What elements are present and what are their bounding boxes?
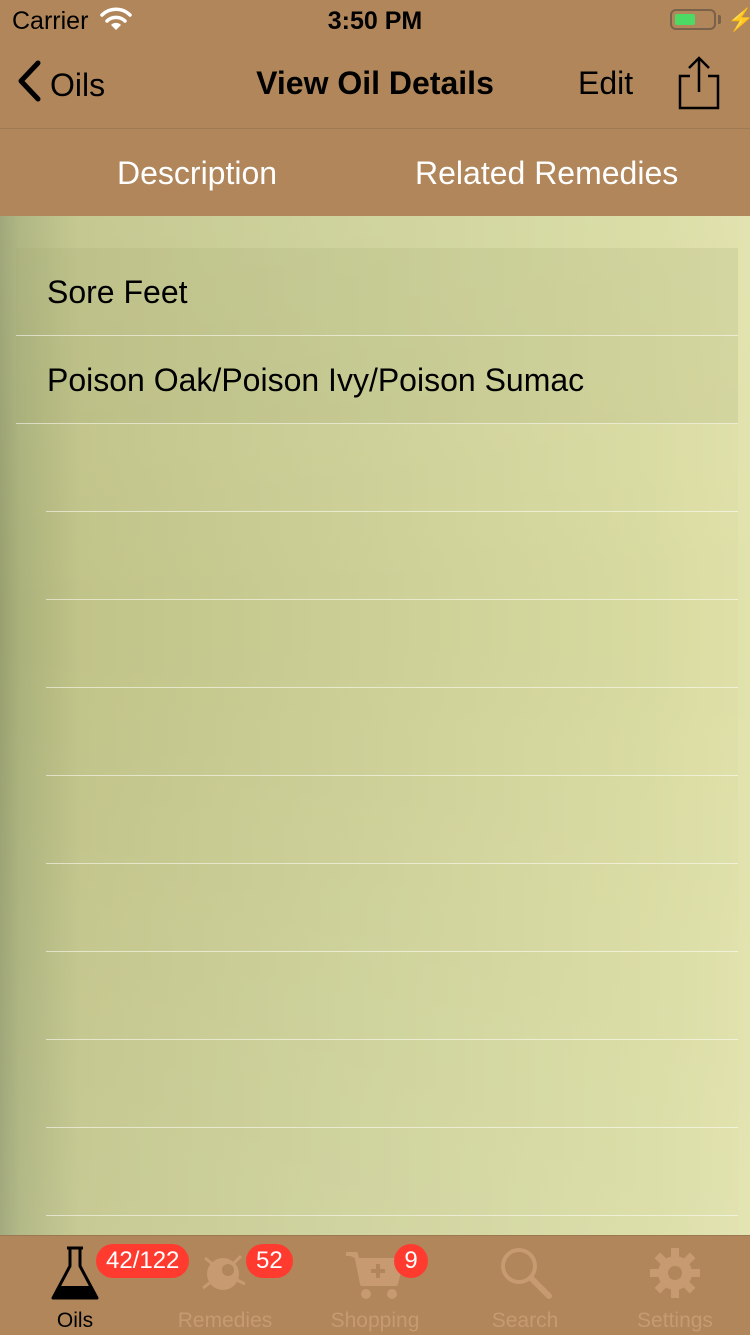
tab-search[interactable]: Search (450, 1236, 600, 1335)
tab-label: Settings (637, 1309, 713, 1332)
share-icon (678, 56, 720, 110)
tab-description[interactable]: Description (117, 155, 277, 192)
back-button[interactable]: Oils (16, 60, 105, 110)
empty-row (46, 776, 738, 864)
tab-remedies[interactable]: Remedies 52 (150, 1236, 300, 1335)
search-icon (450, 1244, 600, 1302)
share-button[interactable] (676, 54, 722, 117)
empty-row (46, 1040, 738, 1128)
page-title: View Oil Details (256, 65, 494, 101)
remedies-count-badge: 52 (246, 1244, 293, 1278)
back-label: Oils (50, 66, 106, 103)
empty-row (46, 600, 738, 688)
tab-label: Remedies (177, 1309, 273, 1332)
tab-related-remedies[interactable]: Related Remedies (415, 155, 678, 192)
empty-row (46, 1128, 738, 1216)
cart-icon (300, 1244, 450, 1302)
chevron-left-icon (16, 60, 50, 110)
status-bar: Carrier 3:50 PM ⚡ (0, 0, 750, 40)
charging-icon: ⚡ (727, 7, 750, 32)
empty-row (46, 864, 738, 952)
tab-bar: Oils 42/122 Remedies 52 Shopping 9 Searc… (0, 1235, 750, 1335)
remedies-list: Sore Feet Poison Oak/Poison Ivy/Poison S… (16, 248, 738, 1216)
navigation-bar: Oils View Oil Details Edit (0, 40, 750, 129)
gear-icon (600, 1244, 750, 1302)
empty-row (46, 688, 738, 776)
shopping-count-badge: 9 (394, 1244, 428, 1278)
empty-row (46, 512, 738, 600)
list-item[interactable]: Sore Feet (16, 248, 738, 336)
tab-oils[interactable]: Oils 42/122 (0, 1236, 190, 1335)
empty-row (46, 424, 738, 512)
remedies-list-area: Sore Feet Poison Oak/Poison Ivy/Poison S… (0, 216, 750, 1235)
edit-button[interactable]: Edit (578, 65, 633, 102)
remedy-label: Poison Oak/Poison Ivy/Poison Sumac (47, 362, 585, 398)
list-item[interactable]: Poison Oak/Poison Ivy/Poison Sumac (16, 336, 738, 424)
tab-settings[interactable]: Settings (600, 1236, 750, 1335)
remedy-label: Sore Feet (47, 274, 188, 310)
tab-shopping[interactable]: Shopping 9 (300, 1236, 450, 1335)
tab-label: Search (491, 1309, 559, 1332)
segment-bar: Description Related Remedies (0, 129, 740, 216)
scroll-edge (738, 216, 750, 1235)
battery-icon (670, 9, 716, 30)
clock: 3:50 PM (327, 7, 423, 35)
empty-row (46, 952, 738, 1040)
tab-label: Shopping (330, 1309, 420, 1332)
battery-cap (718, 15, 721, 24)
tab-label: Oils (56, 1309, 94, 1332)
